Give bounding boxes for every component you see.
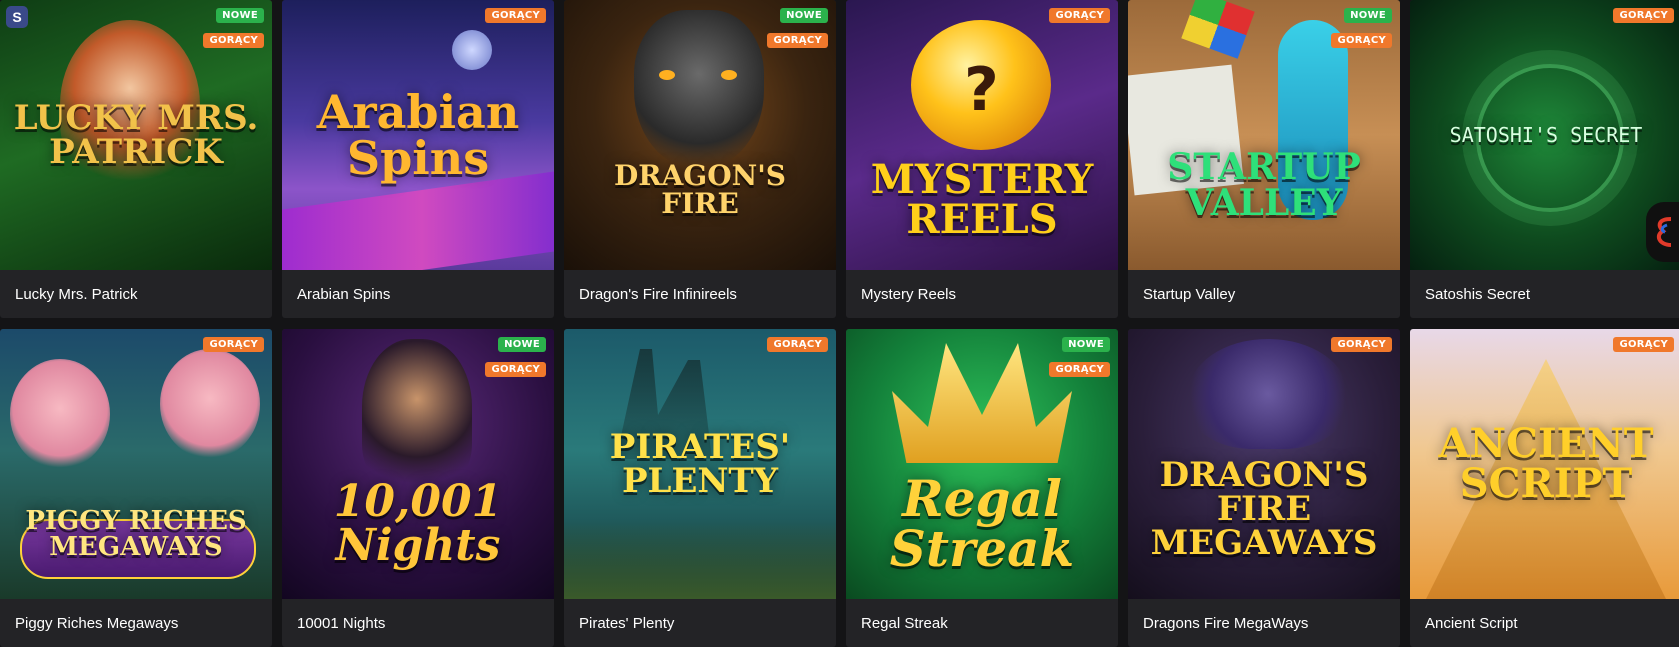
game-card-regal-streak[interactable]: Regal Streak NOWE GORĄCY Regal Streak: [846, 329, 1118, 647]
game-thumbnail[interactable]: DRAGON'S FIRE NOWE GORĄCY: [564, 0, 836, 270]
hot-badge: GORĄCY: [485, 8, 546, 23]
hot-badge: GORĄCY: [767, 337, 828, 352]
new-badge: NOWE: [780, 8, 828, 23]
game-title[interactable]: 10001 Nights: [282, 599, 554, 647]
new-badge: NOWE: [498, 337, 546, 352]
game-art-title: DRAGON'S FIRE: [614, 159, 786, 220]
badge-group: NOWE GORĄCY: [203, 8, 264, 48]
game-thumbnail[interactable]: PIRATES' PLENTY GORĄCY: [564, 329, 836, 599]
game-title[interactable]: Satoshis Secret: [1410, 270, 1679, 318]
question-mark-icon: ?: [964, 55, 999, 125]
badge-group: NOWE GORĄCY: [1331, 8, 1392, 48]
game-thumbnail[interactable]: S LUCKY MRS. PATRICK NOWE GORĄCY: [0, 0, 272, 270]
game-thumbnail[interactable]: ? MYSTERY REELS GORĄCY: [846, 0, 1118, 270]
new-badge: NOWE: [1062, 337, 1110, 352]
game-grid: S LUCKY MRS. PATRICK NOWE GORĄCY Lucky Mr…: [0, 0, 1679, 647]
game-card-dragons-fire-infinireels[interactable]: DRAGON'S FIRE NOWE GORĄCY Dragon's Fire I…: [564, 0, 836, 318]
game-card-pirates-plenty[interactable]: PIRATES' PLENTY GORĄCY Pirates' Plenty: [564, 329, 836, 647]
game-card-startup-valley[interactable]: STARTUP VALLEY NOWE GORĄCY Startup Valley: [1128, 0, 1400, 318]
game-card-piggy-riches-megaways[interactable]: PIGGY RICHES MEGAWAYS GORĄCY Piggy Riche…: [0, 329, 272, 647]
hot-badge: GORĄCY: [1049, 362, 1110, 377]
new-badge: NOWE: [1344, 8, 1392, 23]
game-title[interactable]: Regal Streak: [846, 599, 1118, 647]
game-card-ancient-script[interactable]: ANCIENT SCRIPT GORĄCY Ancient Script: [1410, 329, 1679, 647]
game-thumbnail[interactable]: ANCIENT SCRIPT GORĄCY: [1410, 329, 1679, 599]
badge-group: NOWE GORĄCY: [1049, 337, 1110, 377]
badge-group: GORĄCY: [203, 337, 264, 352]
badge-group: NOWE GORĄCY: [767, 8, 828, 48]
game-title[interactable]: Lucky Mrs. Patrick: [0, 270, 272, 318]
provider-logo-icon: [1646, 202, 1679, 262]
hot-badge: GORĄCY: [485, 362, 546, 377]
badge-group: GORĄCY: [1613, 337, 1674, 352]
game-card-mystery-reels[interactable]: ? MYSTERY REELS GORĄCY Mystery Reels: [846, 0, 1118, 318]
badge-group: GORĄCY: [1049, 8, 1110, 23]
hot-badge: GORĄCY: [203, 33, 264, 48]
game-art-title: PIRATES' PLENTY: [609, 427, 791, 501]
game-art-title: ANCIENT SCRIPT: [1438, 420, 1654, 507]
hot-badge: GORĄCY: [1331, 33, 1392, 48]
game-title[interactable]: Mystery Reels: [846, 270, 1118, 318]
game-art-title: MYSTERY REELS: [870, 156, 1094, 243]
game-card-satoshis-secret[interactable]: SATOSHI'S SECRET GORĄCY Satoshis Secret: [1410, 0, 1679, 318]
game-thumbnail[interactable]: DRAGON'S FIRE MEGAWAYS GORĄCY: [1128, 329, 1400, 599]
badge-group: GORĄCY: [1613, 8, 1674, 23]
rubiks-cube-icon: [1181, 0, 1255, 59]
game-card-10001-nights[interactable]: 10,001 Nights NOWE GORĄCY 10001 Nights: [282, 329, 554, 647]
hot-badge: GORĄCY: [1613, 337, 1674, 352]
badge-group: GORĄCY: [1331, 337, 1392, 352]
game-art-title: SATOSHI'S SECRET: [1449, 123, 1643, 147]
provider-logo-icon: S: [6, 6, 28, 28]
game-thumbnail[interactable]: STARTUP VALLEY NOWE GORĄCY: [1128, 0, 1400, 270]
game-thumbnail[interactable]: 10,001 Nights NOWE GORĄCY: [282, 329, 554, 599]
game-thumbnail[interactable]: SATOSHI'S SECRET GORĄCY: [1410, 0, 1679, 270]
game-art-title: PIGGY RICHES MEGAWAYS: [25, 506, 247, 562]
game-card-dragons-fire-megaways[interactable]: DRAGON'S FIRE MEGAWAYS GORĄCY Dragons Fi…: [1128, 329, 1400, 647]
badge-group: GORĄCY: [767, 337, 828, 352]
game-art-title: STARTUP VALLEY: [1167, 146, 1361, 224]
game-title[interactable]: Arabian Spins: [282, 270, 554, 318]
hot-badge: GORĄCY: [1049, 8, 1110, 23]
hot-badge: GORĄCY: [203, 337, 264, 352]
crown-icon: [892, 343, 1072, 463]
game-title[interactable]: Dragons Fire MegaWays: [1128, 599, 1400, 647]
game-art-title: Arabian Spins: [316, 85, 520, 185]
hot-badge: GORĄCY: [1613, 8, 1674, 23]
game-art-title: 10,001 Nights: [333, 476, 503, 571]
hot-badge: GORĄCY: [1331, 337, 1392, 352]
badge-group: NOWE GORĄCY: [485, 337, 546, 377]
game-card-lucky-mrs-patrick[interactable]: S LUCKY MRS. PATRICK NOWE GORĄCY Lucky Mr…: [0, 0, 272, 318]
game-art-title: Regal Streak: [889, 469, 1075, 578]
game-title[interactable]: Dragon's Fire Infinireels: [564, 270, 836, 318]
new-badge: NOWE: [216, 8, 264, 23]
game-title[interactable]: Startup Valley: [1128, 270, 1400, 318]
game-art-title: DRAGON'S FIRE MEGAWAYS: [1150, 455, 1378, 563]
game-title[interactable]: Pirates' Plenty: [564, 599, 836, 647]
game-art-title: LUCKY MRS. PATRICK: [13, 98, 259, 172]
game-thumbnail[interactable]: Arabian Spins GORĄCY: [282, 0, 554, 270]
game-card-arabian-spins[interactable]: Arabian Spins GORĄCY Arabian Spins: [282, 0, 554, 318]
hot-badge: GORĄCY: [767, 33, 828, 48]
badge-group: GORĄCY: [485, 8, 546, 23]
game-title[interactable]: Ancient Script: [1410, 599, 1679, 647]
game-title[interactable]: Piggy Riches Megaways: [0, 599, 272, 647]
game-thumbnail[interactable]: Regal Streak NOWE GORĄCY: [846, 329, 1118, 599]
game-thumbnail[interactable]: PIGGY RICHES MEGAWAYS GORĄCY: [0, 329, 272, 599]
